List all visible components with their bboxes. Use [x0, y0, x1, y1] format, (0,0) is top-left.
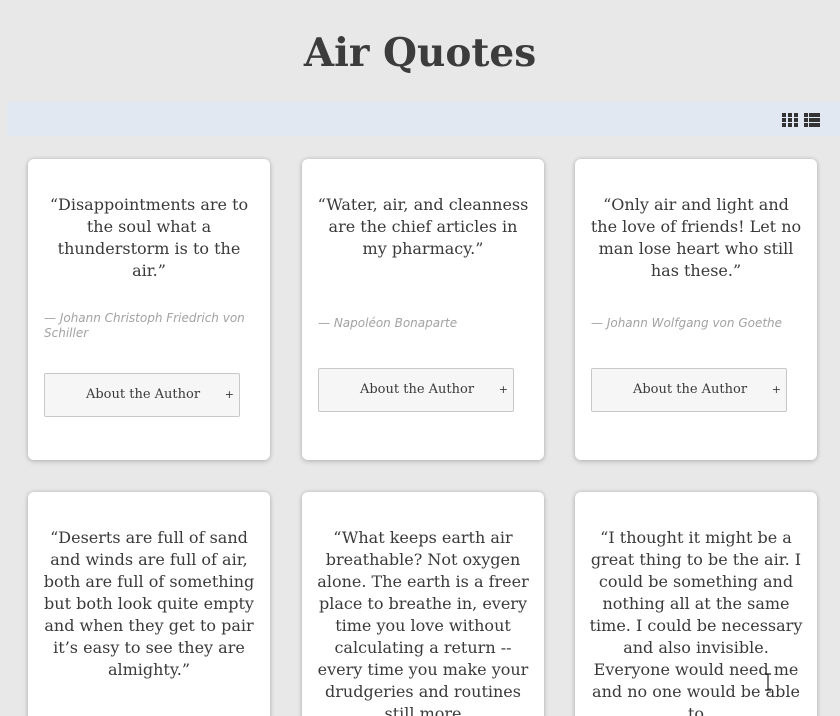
page-title: Air Quotes [303, 30, 537, 76]
about-author-button[interactable]: About the Author + [591, 368, 787, 412]
about-author-label: About the Author [632, 382, 748, 397]
quote-text: “Water, air, and cleanness are the chief… [317, 195, 529, 258]
expand-icon: + [771, 383, 781, 396]
quote-card: “Water, air, and cleanness are the chief… [302, 159, 544, 460]
about-author-button[interactable]: About the Author + [44, 373, 240, 417]
view-toolbar [7, 102, 840, 136]
quote-text: “Disappointments are to the soul what a … [49, 195, 249, 280]
quote-card: “Only air and light and the love of frie… [575, 159, 817, 460]
list-view-icon[interactable] [804, 112, 820, 127]
expand-icon: + [224, 388, 234, 401]
quote-card: “I thought it might be a great thing to … [575, 492, 817, 716]
quote-text: “What keeps earth air breathable? Not ox… [317, 528, 529, 716]
quote-card: “What keeps earth air breathable? Not ox… [302, 492, 544, 716]
quote-author: — Johann Christoph Friedrich von Schille… [44, 311, 245, 340]
quote-text: “Only air and light and the love of frie… [590, 195, 802, 280]
text-cursor-icon [764, 673, 772, 691]
grid-view-icon[interactable] [782, 112, 798, 127]
about-author-label: About the Author [85, 387, 201, 402]
quote-card: “Deserts are full of sand and winds are … [28, 492, 270, 716]
quote-card: “Disappointments are to the soul what a … [28, 159, 270, 460]
about-author-button[interactable]: About the Author + [318, 368, 514, 412]
about-author-label: About the Author [359, 382, 475, 397]
expand-icon: + [498, 383, 508, 396]
quote-author: — Napoléon Bonaparte [318, 316, 458, 330]
quote-text: “Deserts are full of sand and winds are … [43, 528, 255, 679]
quote-author: — Johann Wolfgang von Goethe [591, 316, 783, 330]
